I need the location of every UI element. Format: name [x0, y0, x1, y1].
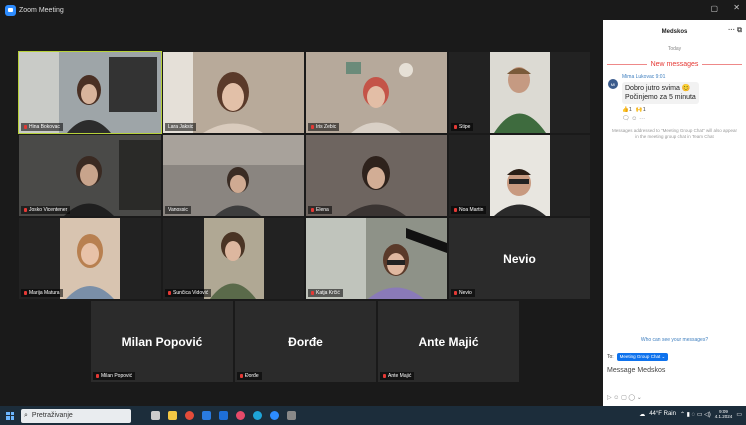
muted-mic-icon [24, 291, 27, 295]
chat-title: Medskos [661, 29, 688, 35]
new-messages-label: New messages [650, 61, 699, 68]
participant-display-name: Milan Popović [121, 335, 203, 350]
chat-header: Medskos ··· ⧉ [603, 20, 746, 44]
file-explorer-icon[interactable] [168, 411, 177, 420]
video-tile[interactable]: Elena [306, 135, 447, 216]
participant-name: Nevio [459, 290, 472, 296]
new-messages-divider: New messages [607, 61, 743, 68]
weather-icon: ☁ [639, 411, 646, 418]
message-input[interactable]: Message Medskos [607, 367, 665, 374]
chat-panel: Medskos ··· ⧉ Today New messages MI Mima… [603, 20, 746, 406]
participant-display-name: Đorđe [288, 335, 323, 350]
taskbar-search[interactable]: ⌕ Pretraživanje [21, 408, 131, 423]
recipient-dropdown[interactable]: Meeting Group Chat ⌄ [616, 353, 669, 361]
video-tile[interactable]: Stipe [449, 52, 590, 133]
message-tools[interactable]: 🗨 ☺ ··· [622, 115, 699, 122]
video-tile[interactable]: Nevio Nevio [449, 218, 590, 299]
muted-mic-icon [96, 374, 99, 378]
participant-name: Vanossic [168, 207, 188, 213]
participant-name: Stipe [459, 124, 471, 130]
date-divider: Today [667, 46, 682, 52]
chrome-icon[interactable] [185, 411, 194, 420]
chat-message[interactable]: MI Mima Lukovac 9:01 Dobro jutro svima 😊… [608, 74, 742, 122]
popout-icon[interactable]: ··· ⧉ [728, 27, 742, 35]
chat-info-note: Messages addressed to "Meeting Group Cha… [611, 128, 737, 139]
mail-icon[interactable] [219, 411, 228, 420]
muted-mic-icon [454, 208, 457, 212]
message-line: Počinjemo za 5 minuta [625, 94, 696, 101]
recipient-row: To: Meeting Group Chat ⌄ [607, 353, 669, 361]
muted-mic-icon [383, 374, 386, 378]
clock[interactable]: 9:09 4.1.2024 [715, 409, 733, 419]
zoom-logo-icon [5, 4, 16, 16]
message-line: Dobro jutro svima 😊 [625, 85, 691, 92]
title-bar: Zoom Meeting ▢ ✕ [0, 0, 746, 20]
window-title: Zoom Meeting [19, 6, 64, 14]
message-bubble: Dobro jutro svima 😊 Počinjemo za 5 minut… [622, 82, 699, 104]
participant-name: Hina Bokovac [29, 124, 60, 130]
participant-name: Josko Vicentener [29, 207, 68, 213]
participant-name: Iris Zebic [316, 124, 337, 130]
video-grid: Hina Bokovac Lara Jaksic Iris Zebic Stip… [0, 20, 603, 406]
participant-name: Elena [316, 207, 329, 213]
muted-mic-icon [311, 291, 314, 295]
muted-mic-icon [24, 208, 27, 212]
who-can-see-link[interactable]: Who can see your messages? [603, 337, 746, 343]
system-tray: ☁ 44°F Rain ⌃ ▮ ◌ ▭ ◁) 9:09 4.1.2024 ▭ [639, 409, 742, 419]
task-view-icon[interactable] [151, 411, 160, 420]
participant-display-name: Nevio [503, 252, 536, 267]
thumbs-up-reaction[interactable]: 👍1 [622, 107, 632, 113]
avatar: MI [608, 79, 618, 89]
muted-mic-icon [240, 374, 243, 378]
video-tile[interactable]: Sunčica Vidović [163, 218, 304, 299]
video-tile[interactable]: Lara Jaksic [163, 52, 304, 133]
muted-mic-icon [311, 208, 314, 212]
participant-name: Sunčica Vidović [173, 290, 209, 296]
muted-mic-icon [168, 291, 171, 295]
weather-label[interactable]: 44°F Rain [649, 411, 676, 417]
close-icon[interactable]: ✕ [733, 3, 740, 12]
message-sender: Mima Lukovac 9:01 [622, 74, 666, 80]
search-placeholder: Pretraživanje [31, 412, 73, 419]
raised-hands-reaction[interactable]: 🙌1 [636, 107, 646, 113]
to-label: To: [607, 354, 614, 360]
video-tile[interactable]: Vanossic [163, 135, 304, 216]
store-icon[interactable] [202, 411, 211, 420]
video-tile[interactable]: Josko Vicentener [19, 135, 161, 216]
pinned-apps [151, 411, 296, 420]
app-icon[interactable] [287, 411, 296, 420]
muted-mic-icon [454, 291, 457, 295]
muted-mic-icon [454, 125, 457, 129]
participant-name: Katja Krčić [316, 290, 340, 296]
video-tile[interactable]: Katja Krčić [306, 218, 447, 299]
reactions: 👍1 🙌1 [622, 107, 699, 113]
participant-name: Lara Jaksic [168, 124, 194, 130]
video-tile[interactable]: Marija Matura [19, 218, 161, 299]
participant-display-name: Ante Majić [418, 335, 479, 350]
video-tile[interactable]: Noa Martin [449, 135, 590, 216]
edge-icon[interactable] [253, 411, 262, 420]
video-tile[interactable]: Iris Zebic [306, 52, 447, 133]
participant-name: Milan Popović [101, 373, 133, 379]
participant-name: Marija Matura [29, 290, 60, 296]
video-tile[interactable]: Milan Popović Milan Popović [91, 301, 233, 382]
search-icon: ⌕ [24, 411, 28, 419]
notification-icon[interactable]: ▭ [736, 411, 742, 418]
zoom-taskbar-icon[interactable] [270, 411, 279, 420]
taskbar: ⌕ Pretraživanje ☁ 44°F Rain ⌃ ▮ ◌ ▭ ◁) 9… [0, 406, 746, 425]
participant-name: Đorđe [245, 373, 259, 379]
compose-toolbar[interactable]: ▷ ☺ ▢ ◯ ⌄ [607, 394, 642, 401]
video-tile[interactable]: Hina Bokovac [18, 51, 162, 134]
zoom-window: Zoom Meeting ▢ ✕ Hina Bokovac Lara Jaksi… [0, 0, 746, 425]
muted-mic-icon [24, 125, 27, 129]
maximize-icon[interactable]: ▢ [710, 4, 718, 13]
participant-name: Ante Majić [388, 373, 412, 379]
windows-start-icon[interactable] [6, 411, 14, 420]
tray-icons[interactable]: ⌃ ▮ ◌ ▭ ◁) [680, 411, 711, 418]
muted-mic-icon [311, 125, 314, 129]
app-icon[interactable] [236, 411, 245, 420]
video-tile[interactable]: Ante Majić Ante Majić [378, 301, 519, 382]
participant-name: Noa Martin [459, 207, 484, 213]
video-tile[interactable]: Đorđe Đorđe [235, 301, 376, 382]
